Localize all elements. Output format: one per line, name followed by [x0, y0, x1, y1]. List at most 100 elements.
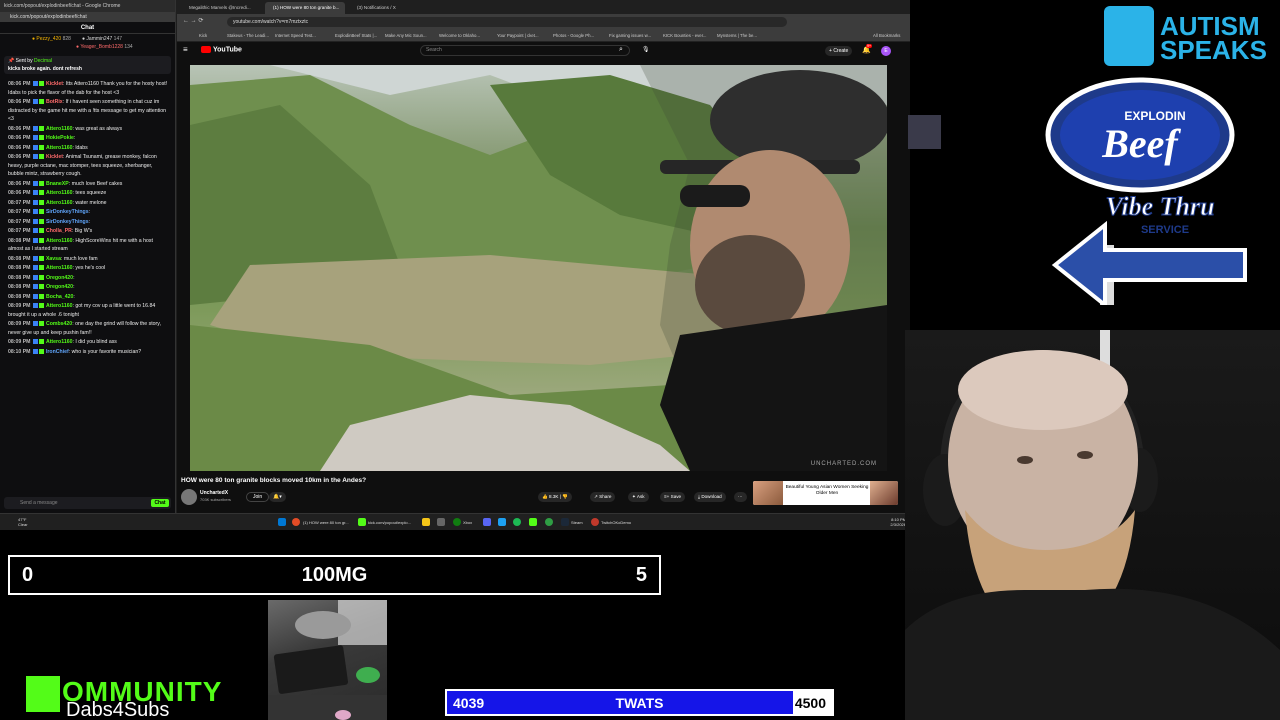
discord-icon[interactable] — [483, 518, 491, 526]
message-user[interactable]: Attero1160 — [46, 190, 73, 196]
chat-message[interactable]: 08:10 PM IronChief: who is your favorite… — [8, 348, 169, 357]
chat-message[interactable]: 08:09 PM Attero1160: I did you blind ass — [8, 338, 169, 347]
message-user[interactable]: HokiePokie — [46, 135, 74, 141]
settings-icon[interactable] — [437, 518, 445, 526]
message-user[interactable]: Attero1160 — [46, 145, 73, 151]
channel-avatar[interactable] — [181, 489, 197, 505]
chat-message[interactable]: 08:06 PM Kicklet: Itts Attero1160 Thank … — [8, 80, 169, 97]
app-icon[interactable] — [498, 518, 506, 526]
bookmark-item[interactable]: Make Any Mic Soun... — [385, 30, 435, 42]
subscription-bell-button[interactable]: 🔔▾ — [269, 492, 286, 502]
chat-url[interactable]: kick.com/popout/explodinbeef/chat — [0, 12, 175, 22]
share-button[interactable]: ↗ Share — [590, 492, 616, 502]
kick-studio-icon[interactable] — [529, 518, 537, 526]
chat-message[interactable]: 08:07 PM SirDonkeyThings: — [8, 218, 169, 227]
message-user[interactable]: Attero1160 — [46, 339, 73, 345]
menu-icon[interactable]: ≡ — [183, 45, 188, 54]
chat-message[interactable]: 08:08 PM Oregon420: — [8, 283, 169, 292]
chat-message[interactable]: 08:06 PM BotRix: If i havent seen someth… — [8, 98, 169, 124]
message-user[interactable]: SirDonkeyThings — [46, 209, 89, 215]
chat-message[interactable]: 08:06 PM Attero1160: ldabs — [8, 144, 169, 153]
taskbar-item-kick[interactable]: kick.com/popout/explo... — [368, 518, 411, 527]
chat-message[interactable]: 08:06 PM Kicklet: Animal Tsunami, grease… — [8, 153, 169, 179]
folder-icon[interactable] — [422, 518, 430, 526]
app2-icon[interactable] — [545, 518, 553, 526]
youtube-search-input[interactable]: Search — [420, 45, 630, 56]
bookmark-item[interactable]: Your Paypoint | cket... — [497, 30, 547, 42]
message-user[interactable]: Oregon420 — [46, 284, 73, 290]
message-user[interactable]: Oregon420 — [46, 275, 73, 281]
message-user[interactable]: Attero1160 — [46, 126, 73, 132]
spotify-icon[interactable] — [513, 518, 521, 526]
chat-message[interactable]: 08:08 PM Bocha_420: — [8, 293, 169, 302]
chat-message[interactable]: 08:06 PM Attero1160: tees squeeze — [8, 189, 169, 198]
sponsored-ad[interactable]: Beautiful Young Asian Women Seeking Olde… — [753, 481, 898, 505]
taskbar-item-youtube[interactable]: (1) HOW were 80 ton gr... — [303, 518, 349, 527]
xbox-icon[interactable] — [453, 518, 461, 526]
bookmark-item[interactable]: KICK Bounties - ever... — [663, 30, 713, 42]
mic-icon[interactable]: 🎙 — [642, 46, 650, 53]
chat-message[interactable]: 08:08 PM Oregon420: — [8, 274, 169, 283]
bookmark-item[interactable]: All Bookmarks — [873, 30, 909, 42]
tab-youtube[interactable]: (1) HOW were 80 ton granite b... — [265, 2, 345, 14]
like-button[interactable]: 👍 8.3K | 👎 — [538, 492, 572, 502]
url-field[interactable]: youtube.com/watch?v=m7mztxztc — [227, 17, 787, 27]
notifications-bell-icon[interactable]: 🔔 9+ — [862, 44, 872, 54]
join-button[interactable]: Join — [246, 492, 270, 502]
account-avatar[interactable]: E — [881, 46, 891, 56]
chat-message[interactable]: 08:07 PM Attero1160: water melone — [8, 199, 169, 208]
chat-message[interactable]: 08:06 PM BnaneXP: much love Beef cakes — [8, 180, 169, 189]
bookmark-item[interactable]: ExplodinBeef Stats |... — [335, 30, 385, 42]
bookmark-item[interactable]: Photos - Google Ph... — [553, 30, 603, 42]
save-button[interactable]: ≡+ Save — [660, 492, 686, 502]
bookmark-item[interactable]: Welcome to Oklaho... — [439, 30, 489, 42]
more-actions-icon[interactable]: ⋯ — [734, 492, 747, 502]
chat-message[interactable]: 08:09 PM Combs420: one day the grind wil… — [8, 320, 169, 337]
chat-message[interactable]: 08:07 PM SirDonkeyThings: — [8, 208, 169, 217]
chat-send-button[interactable]: Chat — [151, 499, 169, 507]
tab-megalithic[interactable]: Megalithic Marvels @Incredi... — [181, 2, 261, 14]
message-user[interactable]: Xavsa — [46, 256, 61, 262]
create-button[interactable]: + Create — [825, 46, 853, 56]
chat-input[interactable]: Send a message Chat — [4, 497, 171, 509]
ask-button[interactable]: ✦ Ask — [628, 492, 649, 502]
download-button[interactable]: ⤓ Download — [694, 492, 726, 502]
message-user[interactable]: BnaneXP — [46, 181, 69, 187]
weather-widget[interactable]: 47°F Clear — [18, 517, 28, 527]
message-user[interactable]: Cholla_PR — [46, 228, 72, 234]
pinned-message[interactable]: 📌 Sent by Decimal kicks broke again. don… — [4, 56, 171, 74]
nav-arrows-icon[interactable]: ← → ⟳ — [183, 17, 203, 24]
obs-icon[interactable] — [591, 518, 599, 526]
message-user[interactable]: IronChief — [46, 349, 69, 355]
clock[interactable]: 8:10 PM 2/3/2026 — [890, 517, 906, 527]
taskbar-item-steam[interactable]: Steam — [571, 518, 583, 527]
taskbar-item-demo[interactable]: TwitchOKoDemo — [601, 518, 631, 527]
taskbar-item-xbox[interactable]: Xbox — [463, 518, 472, 527]
chat-message[interactable]: 08:08 PM Attero1160: HighScoreWins hit m… — [8, 237, 169, 254]
youtube-logo[interactable]: YouTube — [201, 46, 242, 53]
search-icon[interactable]: ⌕ — [619, 46, 623, 54]
chat-message[interactable]: 08:06 PM HokiePokie: — [8, 134, 169, 143]
channel-name[interactable]: UnchartedX — [200, 490, 228, 496]
tab-notifications[interactable]: (3) Notifications / X — [349, 2, 429, 14]
message-user[interactable]: Combs420 — [46, 321, 72, 327]
chat-message[interactable]: 08:07 PM Cholla_PR: Big W's — [8, 227, 169, 236]
chat-message[interactable]: 08:06 PM Attero1160: was great as always — [8, 125, 169, 134]
chat-message[interactable]: 08:09 PM Attero1160: got my cov up a lit… — [8, 302, 169, 319]
message-user[interactable]: BotRix — [46, 99, 63, 105]
windows-start-icon[interactable] — [278, 518, 286, 526]
bookmark-item[interactable]: Internet Speed Test... — [275, 30, 325, 42]
message-user[interactable]: Attero1160 — [46, 238, 73, 244]
video-player[interactable]: UNCHARTED.COM — [190, 65, 887, 471]
chrome-icon[interactable] — [292, 518, 300, 526]
kick-icon[interactable] — [358, 518, 366, 526]
message-user[interactable]: Attero1160 — [46, 200, 73, 206]
steam-icon[interactable] — [561, 518, 569, 526]
bookmark-item[interactable]: Mynstems | The be... — [717, 30, 767, 42]
message-user[interactable]: Kicklet — [46, 81, 63, 87]
chat-message[interactable]: 08:08 PM Attero1160: yes he's cool — [8, 264, 169, 273]
message-user[interactable]: Attero1160 — [46, 265, 73, 271]
message-user[interactable]: Kicklet — [46, 154, 63, 160]
bookmark-item[interactable]: Fix gaming issues w... — [609, 30, 659, 42]
message-user[interactable]: SirDonkeyThings — [46, 219, 89, 225]
